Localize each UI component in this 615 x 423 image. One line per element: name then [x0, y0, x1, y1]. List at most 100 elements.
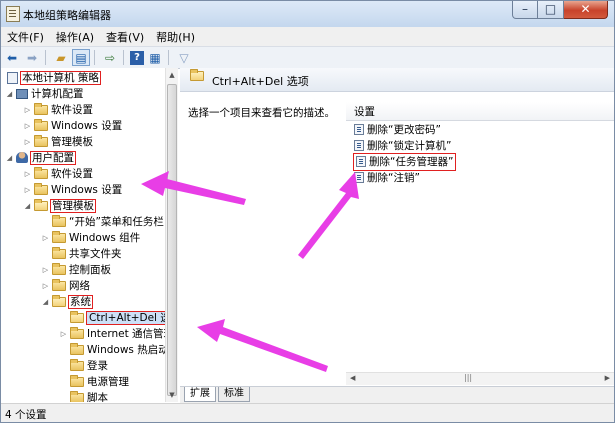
toolbar-separator: [45, 50, 46, 65]
expand-triangle-icon[interactable]: ▷: [23, 118, 32, 134]
tree-item-ctrl-alt-del[interactable]: Ctrl+Alt+Del 选项: [59, 310, 165, 326]
collapse-triangle-icon[interactable]: ◢: [5, 150, 14, 166]
tab-extended[interactable]: 扩展: [184, 387, 216, 402]
scroll-down-icon[interactable]: ▼: [168, 391, 176, 399]
tree-item-label: 控制面板: [69, 264, 111, 276]
toolbar: ⬅ ➡ ▰ ▤ ⇨ ? ▦ ▽: [1, 46, 614, 69]
tree-item-windows-settings[interactable]: ▷ Windows 设置: [23, 118, 122, 134]
folder-icon: [70, 327, 84, 339]
menu-action[interactable]: 操作(A): [50, 29, 100, 45]
scroll-grip[interactable]: |||: [464, 373, 472, 382]
status-bar: 4 个设置: [1, 403, 614, 422]
menu-view[interactable]: 查看(V): [100, 29, 150, 45]
expand-triangle-icon[interactable]: ▷: [41, 230, 50, 246]
tree-item-label: 管理模板: [50, 199, 96, 213]
folder-open-icon: [190, 69, 204, 81]
close-button[interactable]: ✕: [564, 1, 608, 19]
expand-triangle-icon[interactable]: ▷: [23, 182, 32, 198]
tree-item-label: 电源管理: [87, 376, 129, 388]
expand-triangle-icon[interactable]: ▷: [23, 102, 32, 118]
list-horizontal-scrollbar[interactable]: ◀ ||| ▶: [346, 372, 614, 385]
tree-item-scripts[interactable]: 脚本: [59, 390, 108, 402]
tree-item-windows-hotstart[interactable]: Windows 热启动: [59, 342, 165, 358]
tree-scroll-thumb[interactable]: [167, 84, 177, 396]
tree-item-power-management[interactable]: 电源管理: [59, 374, 129, 390]
tree-item-user-config[interactable]: ◢ 用户配置: [5, 150, 76, 166]
settings-list[interactable]: 设置 删除“更改密码” 删除“锁定计算机” 删除“任务管理器” 删除“注销”: [346, 98, 614, 378]
tree-item-system[interactable]: ◢ 系统: [41, 294, 93, 310]
expand-triangle-icon[interactable]: ▷: [41, 262, 50, 278]
back-arrow-icon[interactable]: ⬅: [3, 49, 21, 66]
tree-item-control-panel[interactable]: ▷ 控制面板: [41, 262, 111, 278]
policy-icon: [7, 72, 18, 84]
tree-item-label: Windows 热启动: [87, 344, 165, 356]
show-hide-tree-icon[interactable]: ▤: [72, 49, 90, 66]
tree-item-admin-templates[interactable]: ▷ 管理模板: [23, 134, 93, 150]
tree-item-internet-comm[interactable]: ▷ Internet 通信管理: [59, 326, 165, 342]
user-icon: [16, 152, 28, 163]
list-item[interactable]: 删除“注销”: [354, 170, 420, 186]
collapse-triangle-icon[interactable]: ◢: [41, 294, 50, 310]
expand-triangle-icon[interactable]: ▷: [23, 134, 32, 150]
scroll-left-icon[interactable]: ◀: [350, 374, 355, 382]
setting-icon: [354, 124, 364, 135]
expand-triangle-icon[interactable]: ▷: [41, 278, 50, 294]
tree-item-label: Windows 设置: [51, 184, 123, 196]
tree-item-label: 本地计算机 策略: [20, 71, 101, 85]
collapse-triangle-icon[interactable]: ◢: [5, 86, 14, 102]
details-header-title: Ctrl+Alt+Del 选项: [212, 75, 309, 88]
folder-icon: [34, 103, 48, 115]
scroll-right-icon[interactable]: ▶: [605, 374, 610, 382]
tree-item-label: 共享文件夹: [69, 248, 122, 260]
tree-item-windows-components[interactable]: ▷ Windows 组件: [41, 230, 140, 246]
menu-file[interactable]: 文件(F): [1, 29, 50, 45]
minimize-button[interactable]: –: [512, 1, 538, 19]
tree-pane[interactable]: 本地计算机 策略 ◢ 计算机配置 ▷ 软件设置 ▷ Windows 设置 ▷ 管理模板 …: [1, 68, 165, 402]
toolbar-separator: [94, 50, 95, 65]
tree-item-label: 登录: [87, 360, 108, 372]
collapse-triangle-icon[interactable]: ◢: [23, 198, 32, 214]
folder-icon: [34, 135, 48, 147]
list-item[interactable]: 删除“更改密码”: [354, 122, 441, 138]
tab-standard[interactable]: 标准: [218, 387, 250, 402]
properties-icon[interactable]: ▦: [146, 49, 164, 66]
tree-item-shared-folders[interactable]: 共享文件夹: [41, 246, 122, 262]
description-text: 选择一个项目来查看它的描述。: [188, 107, 335, 119]
expand-triangle-icon[interactable]: ▷: [23, 166, 32, 182]
tree-item-label: Windows 设置: [51, 120, 123, 132]
computer-icon: [16, 89, 28, 99]
tree-item-label: Ctrl+Alt+Del 选项: [85, 311, 165, 325]
column-header-setting[interactable]: 设置: [346, 102, 614, 121]
scroll-up-icon[interactable]: ▲: [168, 71, 176, 79]
folder-icon: [52, 247, 66, 259]
list-item-remove-task-manager[interactable]: 删除“任务管理器”: [352, 153, 457, 171]
tree-item-computer-config[interactable]: ◢ 计算机配置: [5, 86, 84, 102]
details-pane: Ctrl+Alt+Del 选项 选择一个项目来查看它的描述。 设置 删除“更改密…: [180, 68, 614, 403]
filter-icon[interactable]: ▽: [175, 49, 193, 66]
tree-item-logon[interactable]: 登录: [59, 358, 108, 374]
export-icon[interactable]: ⇨: [101, 49, 119, 66]
folder-icon: [52, 279, 66, 291]
window-controls: – □ ✕: [512, 1, 608, 20]
tree-item-network[interactable]: ▷ 网络: [41, 278, 90, 294]
up-folder-icon[interactable]: ▰: [52, 49, 70, 66]
help-icon[interactable]: ?: [130, 50, 144, 65]
title-bar: 本地组策略编辑器 – □ ✕: [1, 1, 614, 28]
list-item[interactable]: 删除“锁定计算机”: [354, 138, 451, 154]
tree-item-user-windows-settings[interactable]: ▷ Windows 设置: [23, 182, 122, 198]
setting-icon: [354, 172, 364, 183]
tree-item-start-menu[interactable]: “开始”菜单和任务栏: [41, 214, 164, 230]
expand-triangle-icon[interactable]: ▷: [59, 326, 68, 342]
tree-scrollbar[interactable]: ▲ ▼: [165, 68, 178, 402]
tree-item-user-software-settings[interactable]: ▷ 软件设置: [23, 166, 93, 182]
tree-item-label: 网络: [69, 280, 90, 292]
maximize-button[interactable]: □: [538, 1, 564, 19]
tree-item-software-settings[interactable]: ▷ 软件设置: [23, 102, 93, 118]
forward-arrow-icon[interactable]: ➡: [23, 49, 41, 66]
folder-icon: [52, 263, 66, 275]
folder-icon: [52, 231, 66, 243]
tree-item-local-policy[interactable]: 本地计算机 策略: [5, 70, 101, 86]
tree-item-label: Windows 组件: [69, 232, 141, 244]
tree-item-user-admin-templates[interactable]: ◢ 管理模板: [23, 198, 96, 214]
menu-help[interactable]: 帮助(H): [150, 29, 201, 45]
